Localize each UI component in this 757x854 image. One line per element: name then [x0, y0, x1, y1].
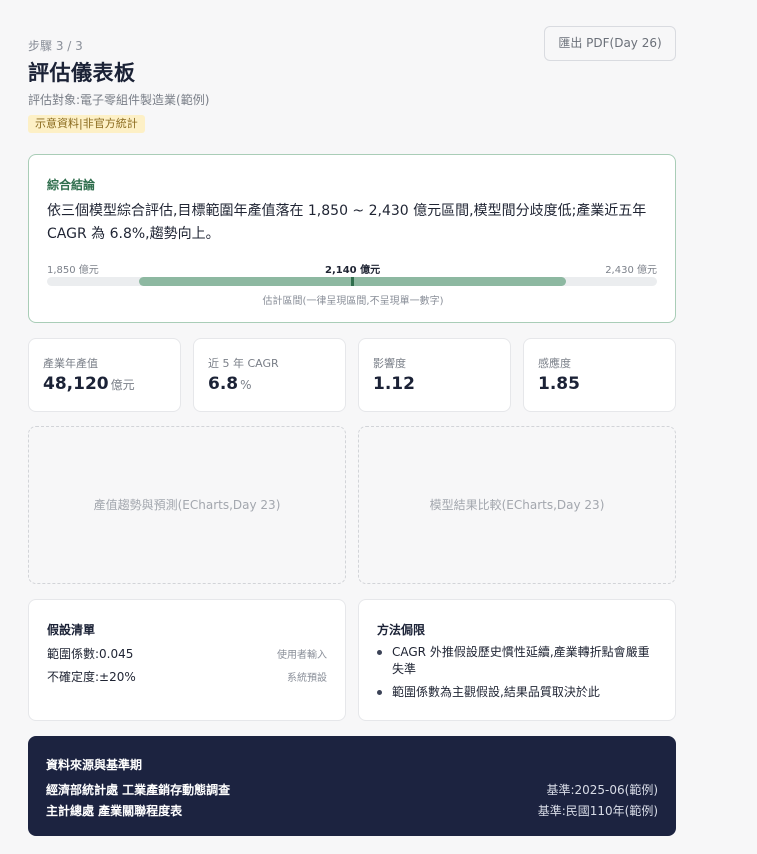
metric-unit: 億元: [110, 378, 135, 392]
assumption-row: 範圍係數:0.045 使用者輸入: [47, 645, 327, 662]
data-sources-title: 資料來源與基準期: [46, 758, 143, 772]
metric-label: 近 5 年 CAGR: [208, 357, 279, 370]
source-base-period: 基準:2025-06(範例): [546, 783, 658, 797]
assumption-row: 不確定度:±20% 系統預設: [47, 668, 327, 685]
assumption-source: 使用者輸入: [277, 650, 327, 661]
metric-card-cagr: 近 5 年 CAGR 6.8%: [193, 338, 346, 412]
source-name: 經濟部統計處 工業產銷存動態調查: [46, 783, 231, 797]
method-limit-item: 範圍係數為主觀假設,結果品質取決於此: [377, 684, 659, 701]
source-row: 主計總處 產業關聯程度表 基準:民國110年(範例): [46, 802, 658, 819]
method-limits-title: 方法侷限: [377, 623, 426, 637]
source-base-period: 基準:民國110年(範例): [537, 804, 658, 818]
assumption-source: 系統預設: [287, 673, 327, 684]
range-bar: [47, 277, 657, 286]
source-name: 主計總處 產業關聯程度表: [46, 804, 183, 818]
export-pdf-button[interactable]: 匯出 PDF(Day 26): [544, 26, 676, 61]
step-indicator: 步驟 3 / 3: [28, 39, 83, 53]
metric-label: 感應度: [538, 357, 571, 370]
conclusion-label: 綜合結論: [47, 178, 96, 192]
assessment-subject: 評估對象:電子零組件製造業(範例): [28, 93, 210, 107]
bullet-icon: [377, 690, 382, 695]
assumptions-title: 假設清單: [47, 623, 96, 637]
metric-value: 1.12: [373, 374, 415, 394]
model-comparison-chart-placeholder: 模型結果比較(ECharts,Day 23): [358, 426, 676, 584]
metric-card-influence: 影響度 1.12: [358, 338, 511, 412]
page-title: 評估儀表板: [28, 61, 136, 85]
metric-value: 48,120 億元: [43, 374, 135, 394]
source-row: 經濟部統計處 工業產銷存動態調查 基準:2025-06(範例): [46, 781, 658, 798]
metric-value: 1.85: [538, 374, 580, 394]
metric-value: 6.8%: [208, 374, 252, 394]
range-max-label: 2,430 億元: [605, 265, 657, 276]
range-bar-marker: [351, 277, 354, 286]
metric-label: 產業年產值: [43, 357, 98, 370]
method-limits-list: CAGR 外推假設歷史慣性延續,產業轉折點會嚴重失準 範圍係數為主觀假設,結果品…: [377, 644, 659, 707]
data-sources-panel: 資料來源與基準期 經濟部統計處 工業產銷存動態調查 基準:2025-06(範例)…: [28, 736, 676, 836]
metric-card-sensitivity: 感應度 1.85: [523, 338, 676, 412]
method-limits-card: 方法侷限 CAGR 外推假設歷史慣性延續,產業轉折點會嚴重失準 範圍係數為主觀假…: [358, 599, 676, 721]
bullet-icon: [377, 650, 382, 655]
assumption-text: 範圍係數:0.045: [47, 647, 134, 661]
metric-card-output: 產業年產值 48,120 億元: [28, 338, 181, 412]
range-mid-label: 2,140 億元: [325, 265, 381, 276]
metric-label: 影響度: [373, 357, 406, 370]
trend-chart-placeholder: 產值趨勢與預測(ECharts,Day 23): [28, 426, 346, 584]
conclusion-text: 依三個模型綜合評估,目標範圍年產值落在 1,850 ~ 2,430 億元區間,模…: [47, 203, 647, 242]
range-note: 估計區間(一律呈現區間,不呈現單一數字): [262, 296, 444, 307]
assumptions-card: 假設清單 範圍係數:0.045 使用者輸入 不確定度:±20% 系統預設: [28, 599, 346, 721]
metric-unit: %: [240, 378, 252, 392]
assumption-text: 不確定度:±20%: [47, 670, 136, 684]
method-limit-item: CAGR 外推假設歷史慣性延續,產業轉折點會嚴重失準: [377, 644, 659, 678]
demo-data-badge: 示意資料|非官方統計: [28, 115, 145, 133]
conclusion-card: 綜合結論 依三個模型綜合評估,目標範圍年產值落在 1,850 ~ 2,430 億…: [28, 154, 676, 323]
range-min-label: 1,850 億元: [47, 265, 99, 276]
